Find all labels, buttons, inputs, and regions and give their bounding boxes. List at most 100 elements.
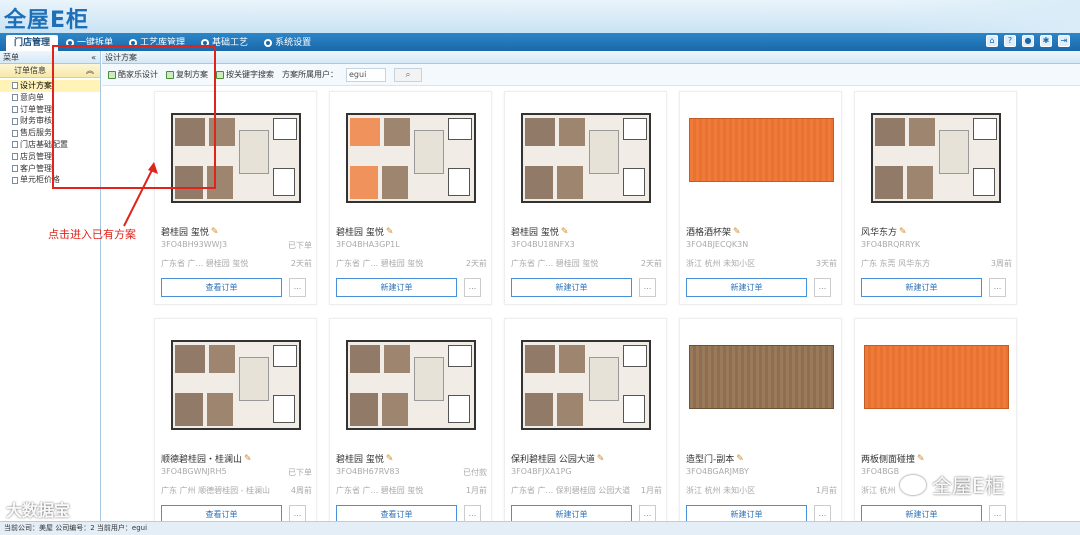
- wechat-icon: [900, 474, 926, 495]
- plan-location-row: 广东省 广... 碧桂园 玺悦 2天前: [336, 258, 487, 269]
- plan-card[interactable]: 保利碧桂园 公园大道 ✎ 3FO4BFJXA1PG 广东省 广... 保利碧桂园 公园…: [504, 318, 667, 532]
- edit-pencil-icon[interactable]: ✎: [899, 227, 907, 237]
- plan-title[interactable]: 顺德碧桂园・桂澜山 ✎: [161, 452, 252, 466]
- plan-code-row: 3FO4BH93WWJ3 已下单: [161, 240, 312, 251]
- plan-order-button[interactable]: 新建订单: [336, 278, 457, 297]
- sidebar-section-label: 订单信息: [14, 66, 46, 75]
- plan-card[interactable]: 两板侧面碰撞 ✎ 3FO4BGB 浙江 杭州 新建订单...: [854, 318, 1017, 532]
- plan-order-button[interactable]: 查看订单: [161, 278, 282, 297]
- plan-code: 3FO4BJECQK3N: [686, 240, 749, 249]
- plan-card[interactable]: 碧桂园 玺悦 ✎ 3FO4BHA3GP1L 广东省 广... 碧桂园 玺悦 2天前 新建订…: [329, 91, 492, 305]
- more-options-button[interactable]: ...: [989, 278, 1006, 297]
- edit-pencil-icon[interactable]: ✎: [597, 454, 605, 464]
- plan-card[interactable]: 酒格酒杯架 ✎ 3FO4BJECQK3N 浙江 杭州 未知小区 3天前 新建订单...: [679, 91, 842, 305]
- plan-title[interactable]: 风华东方 ✎: [861, 225, 907, 239]
- plan-thumbnail[interactable]: [861, 98, 1012, 218]
- plan-location-row: 浙江 杭州 未知小区 1月前: [686, 485, 837, 496]
- nav-tab-store[interactable]: 门店管理: [6, 35, 59, 51]
- more-options-button[interactable]: ...: [464, 278, 481, 297]
- plan-title-text: 碧桂园 玺悦: [511, 228, 559, 238]
- keyword-search-button[interactable]: 按关键字搜索: [216, 69, 274, 80]
- edit-pencil-icon[interactable]: ✎: [917, 454, 925, 464]
- plan-thumbnail[interactable]: [336, 98, 487, 218]
- plan-code-row: 3FO4BGARJMBY: [686, 467, 837, 476]
- plan-card[interactable]: 顺德碧桂园・桂澜山 ✎ 3FO4BGWNJRH5 已下单 广东 广州 顺德碧桂园 - 桂…: [154, 318, 317, 532]
- nav-tab-settings[interactable]: 系统设置: [256, 35, 319, 51]
- plan-location-row: 广东省 广... 碧桂园 玺悦 2天前: [511, 258, 662, 269]
- edit-pencil-icon[interactable]: ✎: [244, 454, 252, 464]
- exit-icon[interactable]: ⇥: [1058, 35, 1070, 47]
- edit-pencil-icon[interactable]: ✎: [386, 227, 394, 237]
- help-icon[interactable]: ?: [1004, 35, 1016, 47]
- edit-pencil-icon[interactable]: ✎: [386, 454, 394, 464]
- plan-title[interactable]: 碧桂园 玺悦 ✎: [336, 452, 394, 466]
- plan-thumbnail[interactable]: [686, 325, 837, 445]
- plan-thumbnail[interactable]: [336, 325, 487, 445]
- plan-card[interactable]: 碧桂园 玺悦 ✎ 3FO4BH67RV83 已付款 广东省 广... 碧桂园 玺悦 1月前…: [329, 318, 492, 532]
- filter-icon: [216, 70, 224, 79]
- plan-thumbnail[interactable]: [511, 98, 662, 218]
- nav-tab-label: 基础工艺: [212, 38, 249, 48]
- plan-title[interactable]: 两板侧面碰撞 ✎: [861, 452, 925, 466]
- home-icon[interactable]: ⌂: [986, 35, 998, 47]
- document-icon: [12, 129, 18, 137]
- plan-order-button[interactable]: 新建订单: [511, 278, 632, 297]
- breadcrumb: 设计方案: [102, 51, 1080, 64]
- plan-title-text: 酒格酒杯架: [686, 228, 732, 238]
- plan-title-text: 碧桂园 玺悦: [336, 228, 384, 238]
- plan-order-button[interactable]: 新建订单: [686, 278, 807, 297]
- edit-pencil-icon[interactable]: ✎: [211, 227, 219, 237]
- plan-time: 3天前: [815, 259, 837, 268]
- plan-title-text: 碧桂园 玺悦: [336, 455, 384, 465]
- button-label: 按关键字搜索: [226, 70, 274, 79]
- plan-location: 浙江 杭州 未知小区: [686, 259, 756, 268]
- more-options-button[interactable]: ...: [639, 278, 656, 297]
- plan-time: 2天前: [640, 259, 662, 268]
- plan-title[interactable]: 酒格酒杯架 ✎: [686, 225, 741, 239]
- plan-card[interactable]: 造型门-副本 ✎ 3FO4BGARJMBY 浙江 杭州 未知小区 1月前 新建订单...: [679, 318, 842, 532]
- document-icon: [12, 153, 18, 161]
- plan-title[interactable]: 保利碧桂园 公园大道 ✎: [511, 452, 605, 466]
- plan-code-row: 3FO4BHA3GP1L: [336, 240, 487, 249]
- user-icon[interactable]: ●: [1022, 35, 1034, 47]
- plan-time: 1月前: [815, 486, 837, 495]
- plan-code-row: 3FO4BGWNJRH5 已下单: [161, 467, 312, 478]
- search-icon[interactable]: ⌕: [394, 67, 422, 82]
- owner-input[interactable]: egui: [346, 67, 386, 82]
- plan-time: 3周前: [990, 259, 1012, 268]
- plan-thumbnail[interactable]: [686, 98, 837, 218]
- plan-order-button[interactable]: 新建订单: [861, 278, 982, 297]
- more-options-button[interactable]: ...: [289, 278, 306, 297]
- plan-code: 3FO4BGWNJRH5: [161, 467, 227, 476]
- plan-location: 广东省 广... 碧桂园 玺悦: [336, 259, 424, 268]
- nav-icon-group: ⌂ ? ● ✱ ⇥: [986, 35, 1070, 47]
- edit-pencil-icon[interactable]: ✎: [561, 227, 569, 237]
- plan-card[interactable]: 碧桂园 玺悦 ✎ 3FO4BU18NFX3 广东省 广... 碧桂园 玺悦 2天前 新建订…: [504, 91, 667, 305]
- document-icon: [12, 105, 18, 113]
- document-icon: [12, 141, 18, 149]
- plan-location: 广东省 广... 碧桂园 玺悦: [161, 259, 249, 268]
- edit-pencil-icon[interactable]: ✎: [736, 454, 744, 464]
- plan-thumbnail[interactable]: [861, 325, 1012, 445]
- sidebar-item-label: 客户管理: [20, 163, 52, 173]
- plan-title-text: 造型门-副本: [686, 455, 735, 465]
- sidebar-item-label: 财务审核: [20, 116, 52, 126]
- plan-thumbnail[interactable]: [511, 325, 662, 445]
- plan-code: 3FO4BH93WWJ3: [161, 240, 228, 249]
- plan-title[interactable]: 碧桂园 玺悦 ✎: [336, 225, 394, 239]
- plan-code-row: 3FO4BH67RV83 已付款: [336, 467, 487, 478]
- plan-code: 3FO4BRQRRYK: [861, 240, 921, 249]
- plan-title[interactable]: 造型门-副本 ✎: [686, 452, 744, 466]
- plan-card[interactable]: 风华东方 ✎ 3FO4BRQRRYK 广东 东莞 风华东方 3周前 新建订单...: [854, 91, 1017, 305]
- settings-icon[interactable]: ✱: [1040, 35, 1052, 47]
- nav-circle-icon: [264, 39, 273, 47]
- plan-location-row: 广东省 广... 碧桂园 玺悦 2天前: [161, 258, 312, 269]
- plan-code: 3FO4BGARJMBY: [686, 467, 749, 476]
- plan-title[interactable]: 碧桂园 玺悦 ✎: [511, 225, 569, 239]
- plan-thumbnail[interactable]: [161, 325, 312, 445]
- more-options-button[interactable]: ...: [814, 278, 831, 297]
- plan-location: 广东省 广... 碧桂园 玺悦: [336, 486, 424, 495]
- edit-pencil-icon[interactable]: ✎: [733, 227, 741, 237]
- plan-location-row: 浙江 杭州 未知小区 3天前: [686, 258, 837, 269]
- plan-title[interactable]: 碧桂园 玺悦 ✎: [161, 225, 219, 239]
